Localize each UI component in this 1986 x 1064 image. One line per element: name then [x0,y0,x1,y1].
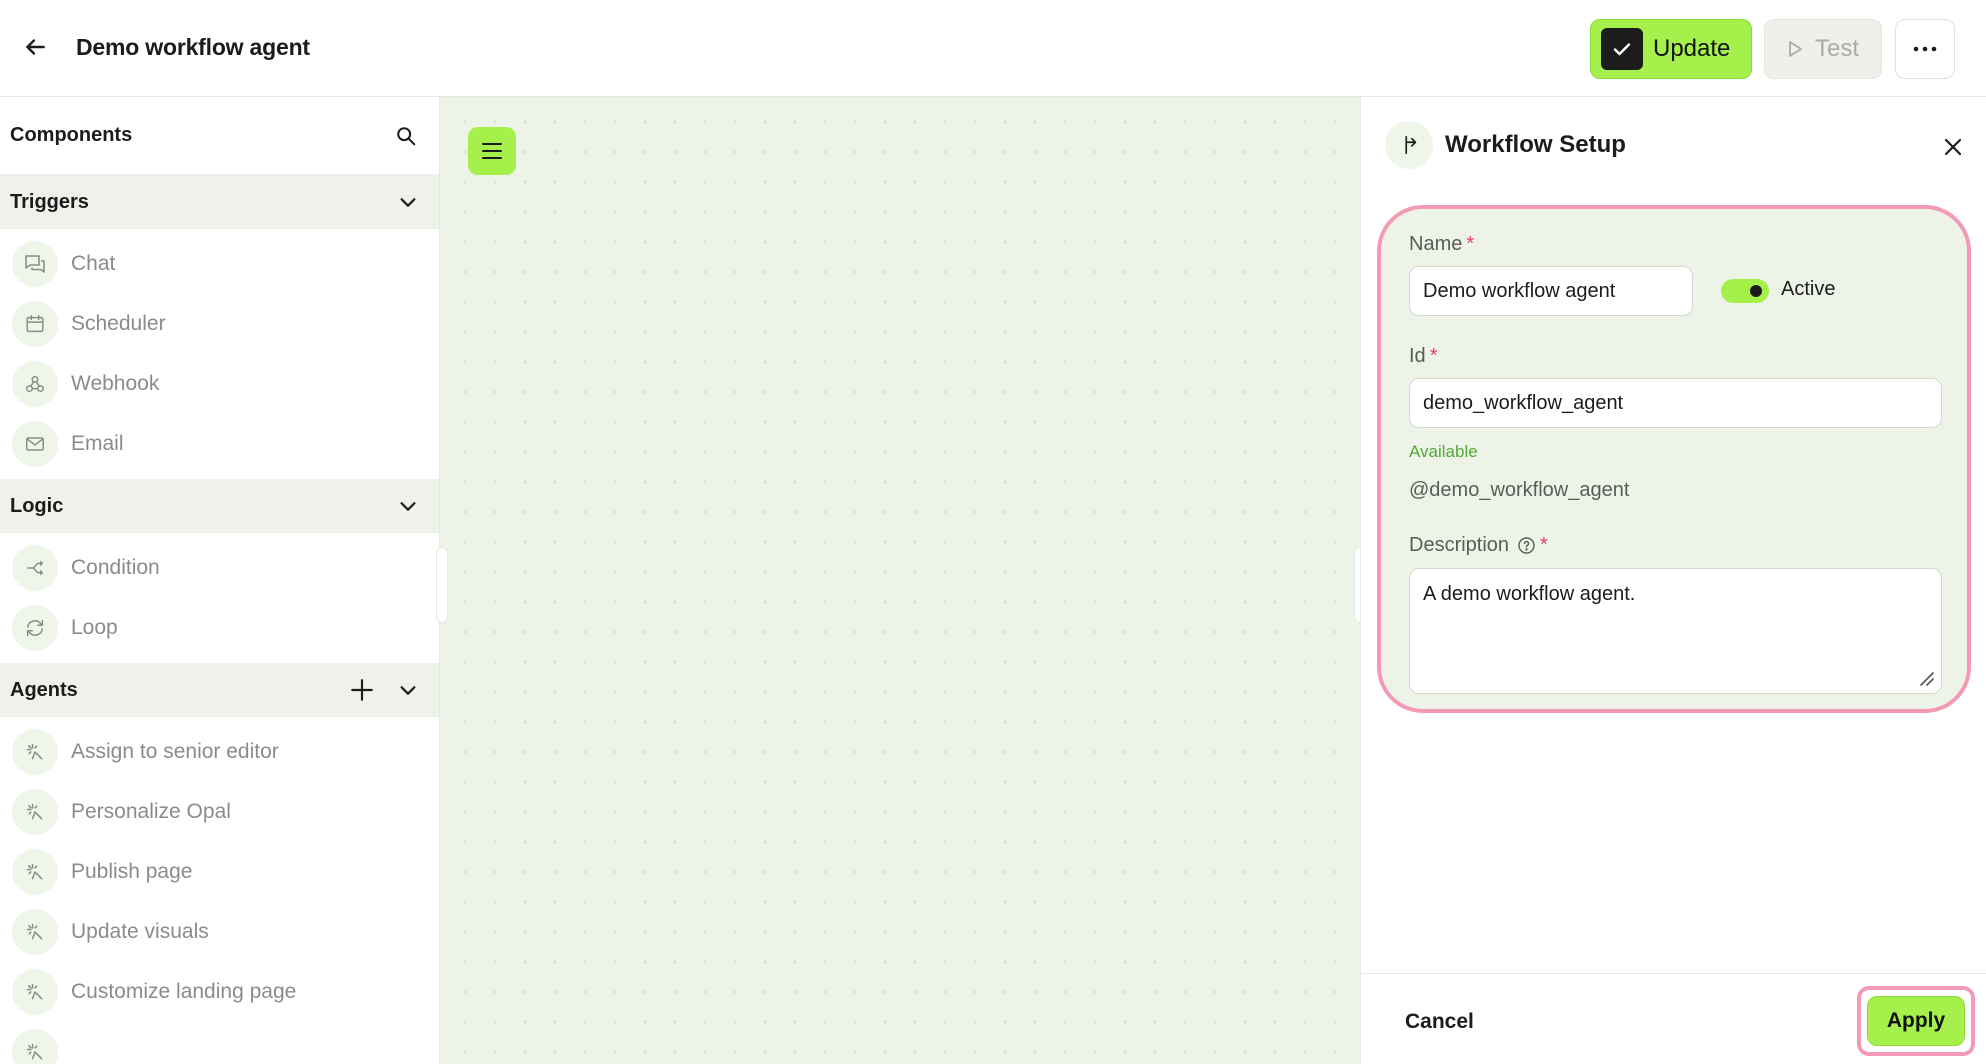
chevron-down-icon[interactable] [397,495,419,517]
section-agents[interactable]: Agents [0,663,439,717]
component-condition[interactable]: Condition [0,538,439,598]
agent-handle: @demo_workflow_agent [1409,479,1630,501]
chevron-down-icon[interactable] [397,191,419,213]
workflow-icon [1385,121,1433,169]
agent-label: Publish page [71,860,193,883]
toggle-knob [1750,285,1762,297]
add-agent-button[interactable] [349,677,375,703]
component-loop[interactable]: Loop [0,598,439,658]
sparkle-icon [12,729,58,775]
section-title-logic: Logic [10,494,64,517]
close-panel-button[interactable] [1939,133,1967,161]
agent-partially-visible[interactable] [0,1022,439,1064]
panel-title: Workflow Setup [1445,131,1626,158]
test-label: Test [1814,35,1859,62]
workflow-setup-panel: Workflow Setup Name * Demo workflow agent… [1360,97,1986,1064]
mail-icon [12,421,58,467]
more-options-button[interactable] [1895,19,1955,79]
description-label: Description * [1409,534,1548,556]
chat-icon [12,241,58,287]
description-text: A demo workflow agent. [1423,583,1636,605]
sidebar-resize-handle[interactable] [436,547,448,623]
plus-icon [351,679,373,701]
test-button[interactable]: Test [1764,19,1882,79]
sparkle-icon [12,969,58,1015]
section-title-agents: Agents [10,678,78,701]
hamburger-icon [482,143,502,159]
component-label: Condition [71,556,160,579]
component-label: Chat [71,252,116,275]
update-label: Update [1653,35,1731,62]
sparkle-icon [12,909,58,955]
agent-publish-page[interactable]: Publish page [0,842,439,902]
section-logic[interactable]: Logic [0,479,439,533]
agent-customize-landing-page[interactable]: Customize landing page [0,962,439,1022]
sparkle-icon [12,789,58,835]
component-chat[interactable]: Chat [0,234,439,294]
name-input[interactable]: Demo workflow agent [1409,266,1693,316]
component-scheduler[interactable]: Scheduler [0,294,439,354]
section-title-triggers: Triggers [10,190,89,213]
search-icon[interactable] [395,125,417,147]
components-sidebar: Components Triggers Chat Scheduler Webho… [0,97,440,1064]
webhook-icon [12,361,58,407]
id-input[interactable]: demo_workflow_agent [1409,378,1942,428]
cancel-button[interactable]: Cancel [1405,1010,1474,1034]
help-circle-icon[interactable] [1517,536,1536,555]
sidebar-title: Components [10,124,133,146]
name-label: Name * [1409,233,1475,255]
component-label: Email [71,432,124,455]
component-email[interactable]: Email [0,414,439,474]
active-label: Active [1781,278,1836,300]
panel-footer: Cancel Apply [1361,973,1986,1064]
check-icon [1601,28,1643,70]
agent-label: Personalize Opal [71,800,231,823]
workflow-setup-form: Name * Demo workflow agent Active Id * dem… [1377,205,1971,713]
component-label: Webhook [71,372,160,395]
agent-label: Customize landing page [71,980,297,1003]
sidebar-header: Components [0,97,439,175]
play-icon [1789,41,1802,57]
id-availability-status: Available [1409,442,1478,461]
loop-icon [12,605,58,651]
component-label: Loop [71,616,118,639]
branch-icon [12,545,58,591]
arrow-left-icon [26,39,45,55]
description-textarea[interactable]: A demo workflow agent. [1409,568,1942,694]
section-triggers[interactable]: Triggers [0,175,439,229]
page-title: Demo workflow agent [76,34,310,60]
close-icon [1944,138,1962,156]
sparkle-icon [12,1029,58,1064]
apply-highlight: Apply [1857,986,1975,1056]
agent-assign-to-senior-editor[interactable]: Assign to senior editor [0,722,439,782]
agent-update-visuals[interactable]: Update visuals [0,902,439,962]
agent-label: Update visuals [71,920,209,943]
chevron-down-icon[interactable] [397,679,419,701]
update-button[interactable]: Update [1590,19,1752,79]
canvas-menu-button[interactable] [468,127,516,175]
back-button[interactable] [18,30,52,64]
panel-header: Workflow Setup [1385,121,1626,169]
resize-grip-icon[interactable] [1917,669,1935,687]
calendar-icon [12,301,58,347]
more-horizontal-icon [1913,46,1937,52]
component-label: Scheduler [71,312,166,335]
agent-label: Assign to senior editor [71,740,279,763]
workflow-canvas[interactable] [436,97,1366,1064]
component-webhook[interactable]: Webhook [0,354,439,414]
top-bar: Demo workflow agent Update Test [0,0,1986,97]
apply-button[interactable]: Apply [1867,996,1965,1046]
sparkle-icon [12,849,58,895]
id-label: Id * [1409,345,1438,367]
agent-personalize-opal[interactable]: Personalize Opal [0,782,439,842]
active-toggle[interactable] [1721,279,1769,303]
